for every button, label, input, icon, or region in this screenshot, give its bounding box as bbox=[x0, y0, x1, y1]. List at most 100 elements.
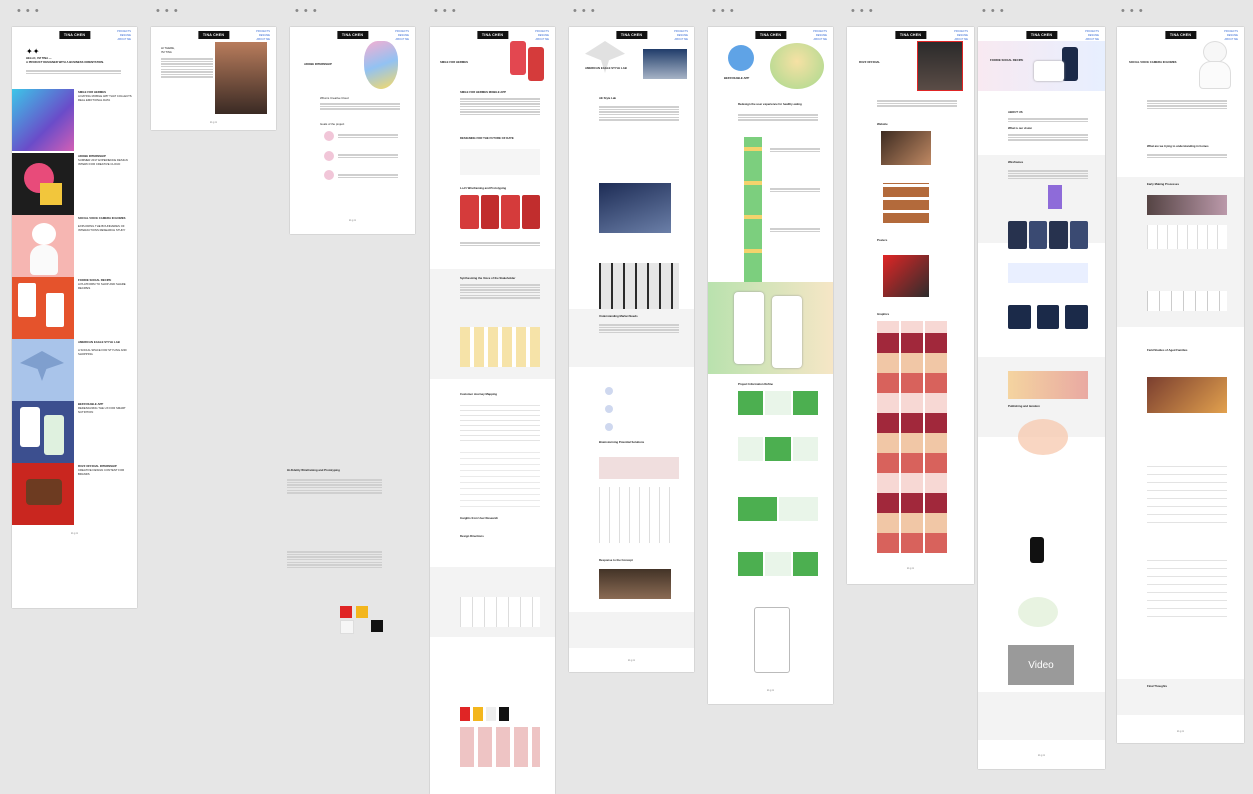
artboard-home[interactable]: TINA CHEN PROJECTS RESUME ABOUT ME ✦✦ HE… bbox=[12, 27, 137, 608]
voice-section3: Field Studies of Aged Families bbox=[1147, 348, 1188, 352]
foodie-heading: FOODIE SOCIAL RECIPE bbox=[990, 58, 1024, 62]
ruzz-website-shot bbox=[881, 131, 931, 165]
top-nav: PROJECTS RESUME ABOUT ME bbox=[813, 30, 827, 42]
nav-about[interactable]: ABOUT ME bbox=[117, 38, 132, 42]
artboard-ruzz[interactable]: TINA CHEN PROJECTS RESUME ABOUT ME RUZZ … bbox=[847, 27, 974, 584]
project-thumb-hermes[interactable] bbox=[12, 89, 74, 151]
project-desc: CREATIVE DESIGN CONTENT FOR BRANDS bbox=[78, 468, 125, 476]
project-desc: A SOCIAL SPACE FOR STYLING AND SHOPPING bbox=[78, 348, 127, 356]
logo[interactable]: TINA CHEN bbox=[894, 31, 927, 39]
logo[interactable]: TINA CHEN bbox=[197, 31, 230, 39]
befr-section: Redesign the user experience for healthy… bbox=[738, 102, 802, 106]
project-thumb-foodie[interactable] bbox=[12, 277, 74, 339]
hermes-section3: Customer Journey Mapping bbox=[460, 392, 497, 396]
foodie-section3: Wireframes bbox=[1008, 160, 1024, 164]
logo[interactable]: TINA CHEN bbox=[476, 31, 509, 39]
project-desc: REDESIGNING THE UX FOR SMART NUTRITION bbox=[78, 406, 126, 414]
voice-robot-body bbox=[1199, 61, 1231, 89]
artboard-befr[interactable]: TINA CHEN PROJECTS RESUME ABOUT ME BEFR … bbox=[708, 27, 833, 704]
hermes-section: DESIGNING FOR THE FUTURE OF DATE bbox=[460, 136, 514, 140]
project-thumb-eagle[interactable] bbox=[12, 339, 74, 401]
project-title[interactable]: SOCIAL VOICE CAMERA IN HOMES bbox=[78, 216, 133, 221]
ruzz-section3: Graphics bbox=[877, 312, 890, 316]
logo[interactable]: TINA CHEN bbox=[754, 31, 787, 39]
nav-about[interactable]: ABOUT ME bbox=[674, 38, 689, 42]
canvas-wire-title: Hi-Fidelity Wireframing and Prototyping bbox=[287, 468, 340, 472]
color-swatch bbox=[340, 606, 352, 618]
project-title[interactable]: AMERICAN EAGLE STYLE LAB bbox=[78, 340, 133, 345]
artboard-voice[interactable]: TINA CHEN PROJECTS RESUME ABOUT ME SOCIA… bbox=[1117, 27, 1244, 743]
foodie-section4: Publishing and iteration bbox=[1008, 404, 1040, 408]
portrait-photo bbox=[215, 42, 267, 114]
ruzz-graphics-grid bbox=[877, 321, 947, 553]
design-canvas[interactable]: { "canvas": {"bg": "#e6e6e6"}, "logo_tex… bbox=[0, 0, 1253, 794]
project-desc: A DATING MOBILE APP THAT COLLECTS REAL E… bbox=[78, 94, 132, 102]
voice-section2: Early Making Processes bbox=[1147, 182, 1180, 186]
ruzz-section: Website bbox=[877, 122, 888, 126]
adobe-heading: ADOBE INTERNSHIP bbox=[304, 62, 332, 66]
artboard-menu-dots[interactable]: • • • bbox=[295, 5, 318, 17]
logo[interactable]: TINA CHEN bbox=[336, 31, 369, 39]
befr-hero bbox=[770, 43, 824, 89]
eagle-hero-store bbox=[643, 49, 687, 79]
top-nav: PROJECTS RESUME ABOUT ME bbox=[535, 30, 549, 42]
footer: ✉ ◎ in bbox=[1037, 754, 1046, 757]
foodie-section: ABOUT US bbox=[1008, 110, 1023, 114]
artboard-menu-dots[interactable]: • • • bbox=[851, 5, 874, 17]
artboard-about[interactable]: TINA CHEN PROJECTS RESUME ABOUT ME HI TH… bbox=[151, 27, 276, 130]
befr-phones-banner bbox=[708, 282, 833, 374]
artboard-menu-dots[interactable]: • • • bbox=[434, 5, 457, 17]
artboard-menu-dots[interactable]: • • • bbox=[982, 5, 1005, 17]
artboard-adobe[interactable]: TINA CHEN PROJECTS RESUME ABOUT ME ADOBE… bbox=[290, 27, 415, 234]
artboard-eagle[interactable]: TINA CHEN PROJECTS RESUME ABOUT ME AMERI… bbox=[569, 27, 694, 672]
footer: ✉ ◎ in bbox=[70, 532, 79, 535]
artboard-menu-dots[interactable]: • • • bbox=[156, 5, 179, 17]
voice-robot-head bbox=[1203, 41, 1227, 63]
artboard-menu-dots[interactable]: • • • bbox=[17, 5, 40, 17]
ruzz-section2: Posters bbox=[877, 238, 888, 242]
hermes-section4: Insights from User Research bbox=[460, 516, 499, 520]
project-thumb-befr[interactable] bbox=[12, 401, 74, 463]
adobe-hero-graphic bbox=[364, 41, 398, 89]
ruzz-team-photo bbox=[917, 41, 963, 91]
video-label: Video bbox=[1028, 659, 1054, 671]
artboard-hermes[interactable]: TINA CHEN PROJECTS RESUME ABOUT ME SMILE… bbox=[430, 27, 555, 794]
top-nav: PROJECTS RESUME ABOUT ME bbox=[395, 30, 409, 42]
logo[interactable]: TINA CHEN bbox=[1164, 31, 1197, 39]
eagle-section: AE Style Lab bbox=[599, 96, 617, 100]
eagle-heading: AMERICAN EAGLE STYLE LAB bbox=[585, 66, 627, 70]
artboard-menu-dots[interactable]: • • • bbox=[712, 5, 735, 17]
befr-badge bbox=[728, 45, 754, 71]
canvas-wire-text bbox=[287, 478, 382, 495]
adobe-section2: Goals of the project bbox=[320, 122, 345, 126]
nav-about[interactable]: ABOUT ME bbox=[1224, 38, 1239, 42]
project-thumb-ruzz[interactable] bbox=[12, 463, 74, 525]
video-placeholder[interactable]: Video bbox=[1008, 645, 1074, 685]
logo[interactable]: TINA CHEN bbox=[615, 31, 648, 39]
foodie-hero bbox=[978, 41, 1105, 91]
project-desc: A PLATFORM TO SHOP AND SHARE RECIPES bbox=[78, 282, 126, 290]
project-desc: SUMMER 2017 EXPERIENCE DESIGN INTERN FOR… bbox=[78, 158, 128, 166]
footer: ✉ ◎ in bbox=[906, 567, 915, 570]
project-thumb-adobe[interactable] bbox=[12, 153, 74, 215]
artboard-menu-dots[interactable]: • • • bbox=[1121, 5, 1144, 17]
artboard-foodie[interactable]: TINA CHEN PROJECTS RESUME ABOUT ME FOODI… bbox=[978, 27, 1105, 769]
logo[interactable]: TINA CHEN bbox=[58, 31, 91, 39]
project-thumb-voice[interactable] bbox=[12, 215, 74, 277]
befr-heading: BEFR DIABLE APP bbox=[724, 76, 750, 80]
foodie-section2: What is our vision bbox=[1008, 126, 1033, 130]
color-swatch bbox=[340, 620, 354, 634]
project-desc: EXPLORING THE BOUNDARIES OF INTERACTIONS… bbox=[78, 224, 126, 232]
voice-heading: SOCIAL VOICE CAMERA IN HOMES bbox=[1129, 60, 1177, 64]
nav-about[interactable]: ABOUT ME bbox=[813, 38, 828, 42]
eagle-section4: Response to the Concept bbox=[599, 558, 633, 562]
artboard-menu-dots[interactable]: • • • bbox=[573, 5, 596, 17]
hermes-section6: Lo-Fi Wireframing and Prototyping bbox=[460, 186, 507, 190]
nav-about[interactable]: ABOUT ME bbox=[395, 38, 410, 42]
footer: ✉ ◎ in bbox=[766, 689, 775, 692]
logo[interactable]: TINA CHEN bbox=[1025, 31, 1058, 39]
nav-about[interactable]: ABOUT ME bbox=[535, 38, 550, 42]
phone-mockup bbox=[510, 41, 526, 75]
footer: ✉ ◎ in bbox=[348, 219, 357, 222]
befr-flow bbox=[744, 137, 762, 287]
